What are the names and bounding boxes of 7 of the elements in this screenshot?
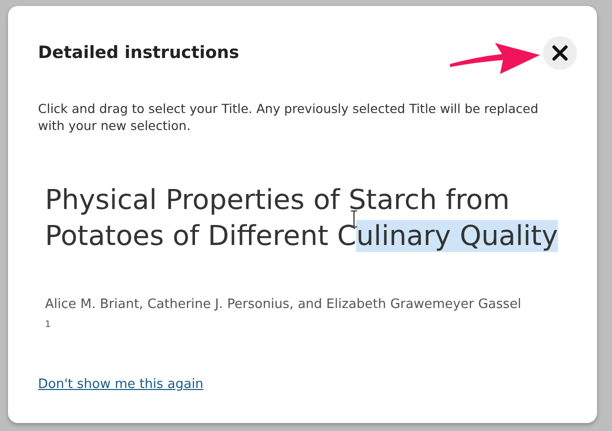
document-title[interactable]: Physical Properties of Starch from Potatoes of Different Culinary Quality <box>45 182 585 254</box>
dont-show-again-link[interactable]: Don't show me this again <box>38 377 204 392</box>
dialog-title: Detailed instructions <box>38 43 240 63</box>
close-button[interactable] <box>543 36 577 70</box>
close-icon <box>552 45 568 61</box>
arrow-icon <box>448 42 542 76</box>
instructions-text: Click and drag to select your Title. Any previously selected Title will be replaced with your new selection. <box>38 100 540 134</box>
